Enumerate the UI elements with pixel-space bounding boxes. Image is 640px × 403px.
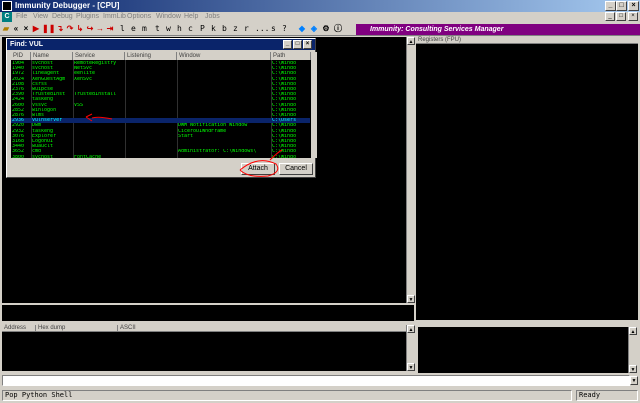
status-message: Pop Python Shell — [2, 390, 572, 401]
command-input[interactable] — [2, 375, 630, 386]
annotation-arrow-head — [85, 113, 93, 122]
status-state: Ready — [576, 390, 638, 401]
command-dropdown-icon[interactable]: ▼ — [630, 376, 638, 385]
annotation-circle — [239, 149, 283, 177]
annotation-arrow-line — [91, 116, 113, 120]
status-bar: Pop Python Shell Ready — [0, 389, 640, 403]
red-annotation — [85, 113, 283, 177]
